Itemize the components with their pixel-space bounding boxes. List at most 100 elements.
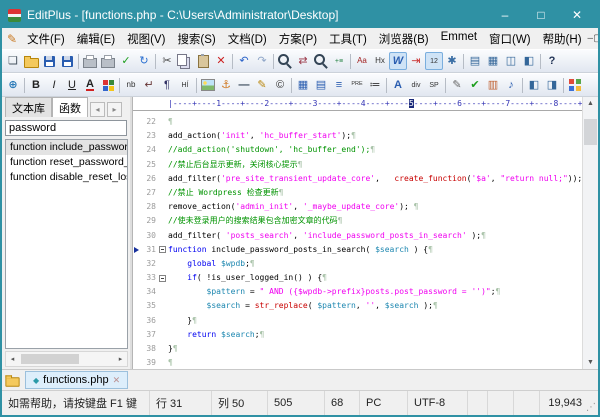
find-button[interactable] xyxy=(276,52,294,70)
eol-mark: ¶ xyxy=(337,216,343,226)
fold-collapse-icon[interactable] xyxy=(156,274,168,282)
window-cascade-button[interactable]: ◫ xyxy=(502,52,520,70)
delete-button[interactable]: ✕ xyxy=(212,52,230,70)
edit-source-button[interactable]: ✎ xyxy=(448,76,466,94)
redo-button[interactable]: ↷ xyxy=(253,52,271,70)
line-break-button[interactable]: ↵ xyxy=(140,76,158,94)
align-center-button[interactable]: ≡ xyxy=(330,76,348,94)
insert-image-button[interactable] xyxy=(199,76,217,94)
editor-vscrollbar[interactable]: ▲ ▼ xyxy=(582,97,598,369)
function-list-item[interactable]: function reset_password_message xyxy=(6,155,127,170)
underline-button[interactable]: U xyxy=(63,76,81,94)
horizontal-rule-button[interactable]: — xyxy=(235,76,253,94)
compose-button[interactable]: ✎ xyxy=(253,76,271,94)
preferences-button[interactable]: ✱ xyxy=(443,52,461,70)
menu-item-3[interactable]: 搜索(S) xyxy=(171,29,221,49)
nbsp-button[interactable]: nb xyxy=(122,76,140,94)
sidebar-tab-scroll-right-icon[interactable]: ▸ xyxy=(107,102,122,117)
menu-item-4[interactable]: 文档(D) xyxy=(222,29,273,49)
line-numbers-button[interactable]: 12 xyxy=(425,52,443,70)
find-in-files-button[interactable] xyxy=(312,52,330,70)
sidebar-tab-cliptext[interactable]: 文本库 xyxy=(5,97,52,117)
insert-media-button[interactable]: ▥ xyxy=(484,76,502,94)
status-empty-3 xyxy=(514,391,540,415)
hscroll-thumb[interactable] xyxy=(21,354,79,364)
function-list-item[interactable]: function disable_reset_lost_password xyxy=(6,170,127,185)
tab-close-icon[interactable]: ✕ xyxy=(113,375,121,386)
auto-indent-button[interactable]: ⇥ xyxy=(407,52,425,70)
menu-item-2[interactable]: 视图(V) xyxy=(121,29,171,49)
tab-functions-php[interactable]: ◆ functions.php ✕ xyxy=(25,371,129,389)
pre-tag-button[interactable]: PRE xyxy=(348,76,366,94)
mdi-restore-button[interactable]: ▢ xyxy=(593,33,598,44)
bold-button[interactable]: B xyxy=(27,76,45,94)
sidebar-tab-functions[interactable]: 函数 xyxy=(52,97,88,117)
paste-button[interactable] xyxy=(194,52,212,70)
copyright-icon: © xyxy=(275,78,285,91)
menu-item-1[interactable]: 编辑(E) xyxy=(71,29,121,49)
hscroll-left-arrow-icon[interactable]: ◂ xyxy=(6,355,19,363)
menu-item-10[interactable]: 帮助(H) xyxy=(537,29,588,49)
paragraph-button[interactable]: ¶ xyxy=(158,76,176,94)
menu-item-6[interactable]: 工具(T) xyxy=(323,29,373,49)
menu-item-9[interactable]: 窗口(W) xyxy=(483,29,537,49)
vscroll-down-arrow-icon[interactable]: ▼ xyxy=(587,356,594,369)
vscroll-up-arrow-icon[interactable]: ▲ xyxy=(587,97,594,110)
validate-button[interactable]: ✔ xyxy=(466,76,484,94)
resize-grip-icon[interactable]: ⋰ xyxy=(586,403,596,413)
div-tag-button[interactable]: div xyxy=(407,76,425,94)
insert-table-button[interactable]: ▦ xyxy=(294,76,312,94)
maximize-button[interactable]: □ xyxy=(526,8,556,22)
save-button[interactable] xyxy=(40,52,58,70)
window-tile-button[interactable]: ▦ xyxy=(484,52,502,70)
reload-button[interactable]: ↻ xyxy=(135,52,153,70)
italic-button[interactable]: I xyxy=(45,76,63,94)
anchor-button[interactable]: ⚓ xyxy=(217,76,235,94)
font-button[interactable]: Aa xyxy=(353,52,371,70)
close-button[interactable]: ✕ xyxy=(562,8,592,22)
function-list-item[interactable]: function include_password_posts_in_searc… xyxy=(6,140,127,155)
heading-button[interactable]: HÍ xyxy=(176,76,194,94)
context-help-button[interactable]: ? xyxy=(543,52,561,70)
span-tag-button[interactable]: SP xyxy=(425,76,443,94)
vscroll-thumb[interactable] xyxy=(584,119,597,145)
print-button[interactable] xyxy=(99,52,117,70)
function-search-input[interactable] xyxy=(5,120,127,136)
toggle-sidebar-button[interactable]: ◧ xyxy=(525,76,543,94)
open-file-button[interactable] xyxy=(22,52,40,70)
menu-item-8[interactable]: Emmet xyxy=(435,29,483,49)
sidebar-hscrollbar[interactable]: ◂ ▸ xyxy=(5,351,128,367)
browser-preview-button[interactable]: ⊕ xyxy=(4,76,22,94)
window-list-button[interactable]: ▤ xyxy=(466,52,484,70)
copy-button[interactable] xyxy=(176,52,194,70)
minimize-button[interactable]: – xyxy=(490,8,520,22)
replace-button[interactable]: ⇄ xyxy=(294,52,312,70)
save-all-button[interactable] xyxy=(58,52,76,70)
hex-viewer-button[interactable]: Hx xyxy=(371,52,389,70)
insert-music-button[interactable]: ♪ xyxy=(502,76,520,94)
menu-item-5[interactable]: 方案(P) xyxy=(273,29,323,49)
select-browser-button[interactable] xyxy=(566,76,584,94)
sidebar-tab-scroll-left-icon[interactable]: ◂ xyxy=(90,102,105,117)
menu-item-0[interactable]: 文件(F) xyxy=(21,29,71,49)
color-picker-button[interactable] xyxy=(99,76,117,94)
cut-button[interactable]: ✂ xyxy=(158,52,176,70)
code-editor[interactable]: 22 ¶ 23 add_action('init', 'hc_buffer_start… xyxy=(133,111,582,369)
copyright-button[interactable]: © xyxy=(271,76,289,94)
new-file-button[interactable]: ❏ xyxy=(4,52,22,70)
toggle-marker-button[interactable]: +≡ xyxy=(330,52,348,70)
spell-check-button[interactable]: ✓ xyxy=(117,52,135,70)
font-color-button[interactable]: A xyxy=(81,76,99,94)
list-tag-button[interactable]: ≔ xyxy=(366,76,384,94)
menu-item-7[interactable]: 浏览器(B) xyxy=(373,29,435,49)
font-tag-button[interactable]: A xyxy=(389,76,407,94)
hscroll-right-arrow-icon[interactable]: ▸ xyxy=(114,355,127,363)
folder-icon[interactable] xyxy=(5,374,20,387)
table-row-button[interactable]: ▤ xyxy=(312,76,330,94)
print-preview-button[interactable] xyxy=(81,52,99,70)
browser-window-button[interactable]: ◧ xyxy=(520,52,538,70)
fold-collapse-icon[interactable] xyxy=(156,246,168,254)
undo-button[interactable]: ↶ xyxy=(235,52,253,70)
word-wrap-button[interactable]: W xyxy=(389,52,407,70)
toggle-output-button[interactable]: ◨ xyxy=(543,76,561,94)
